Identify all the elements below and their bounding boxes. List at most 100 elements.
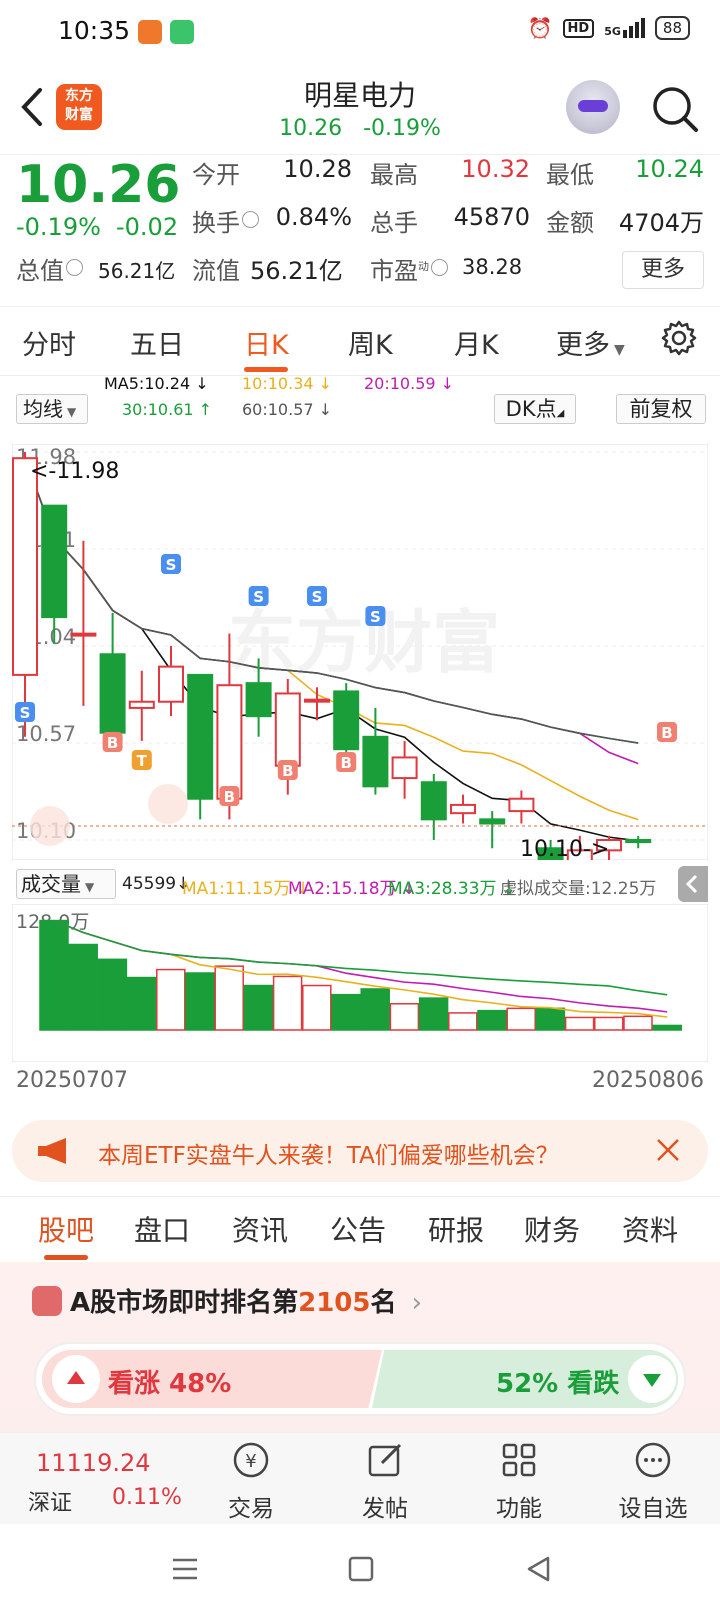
high-value: 10.32 xyxy=(461,155,530,183)
tab-more[interactable]: 更多 ▼ xyxy=(556,323,625,362)
promo-banner[interactable]: 本周ETF实盘牛人来袭！TA们偏爱哪些机会？ xyxy=(12,1120,708,1182)
volume-value: 45870 xyxy=(453,203,530,231)
edit-icon xyxy=(368,1443,402,1477)
trade-button[interactable]: ¥ 交易 xyxy=(206,1439,296,1523)
tab-announcements[interactable]: 公告 xyxy=(330,1209,386,1249)
dk-point-select[interactable]: DK点◢ xyxy=(494,394,576,424)
volume-current: 45599↓ xyxy=(122,874,191,894)
home-icon[interactable] xyxy=(346,1554,376,1584)
header-price: 10.26 xyxy=(279,116,343,141)
high-marker: <-11.98 xyxy=(30,459,119,484)
app-notification-icon xyxy=(138,20,162,44)
tab-daily-k[interactable]: 日K xyxy=(244,323,289,362)
banner-text: 本周ETF实盘牛人来袭！TA们偏爱哪些机会？ xyxy=(98,1143,559,1169)
post-button[interactable]: 发帖 xyxy=(340,1439,430,1523)
adjust-select[interactable]: 前复权 xyxy=(616,394,706,424)
sentiment-panel: A股市场即时排名第2105名 › 看涨 48% 52% 看跌 xyxy=(0,1262,720,1432)
search-icon[interactable] xyxy=(650,84,700,134)
volume-bar xyxy=(506,1007,536,1031)
tab-five-day[interactable]: 五日 xyxy=(130,323,184,362)
index-change: 0.11% xyxy=(112,1485,182,1510)
ranking-icon xyxy=(32,1286,62,1316)
chevron-right-icon: › xyxy=(411,1288,422,1318)
sell-signal-text: S xyxy=(253,588,264,606)
tab-intraday[interactable]: 分时 xyxy=(22,323,76,362)
candle-body xyxy=(479,818,506,825)
volume-bar xyxy=(302,984,332,1031)
tab-guba[interactable]: 股吧 xyxy=(38,1209,94,1249)
status-time: 10:35 xyxy=(58,16,131,45)
index-value: 11119.24 xyxy=(36,1449,151,1477)
menu-icon[interactable] xyxy=(170,1554,200,1584)
vote-down-button[interactable] xyxy=(628,1355,676,1403)
float-label: 流值 xyxy=(192,257,240,285)
tab-news[interactable]: 资讯 xyxy=(232,1209,288,1249)
candle-body xyxy=(625,839,652,844)
section-tab-underline xyxy=(44,1255,88,1260)
buy-signal-text: B xyxy=(224,788,235,806)
network-type-label: 5G xyxy=(604,25,621,38)
tab-monthly-k[interactable]: 月K xyxy=(454,323,499,362)
tab-finance[interactable]: 财务 xyxy=(524,1209,580,1249)
low-label: 最低 xyxy=(546,161,594,189)
change-pct: -0.19% xyxy=(16,213,101,241)
arrow-up-icon xyxy=(67,1371,85,1384)
close-icon[interactable] xyxy=(652,1134,684,1166)
grid-icon xyxy=(502,1443,536,1477)
mktcap-value: 56.21亿 xyxy=(98,259,176,283)
hd-icon: HD xyxy=(562,18,595,38)
candle-body xyxy=(274,692,301,767)
tab-profile[interactable]: 资料 xyxy=(622,1209,678,1249)
add-watchlist-button[interactable]: 设自选 xyxy=(608,1439,698,1523)
bottom-toolbar: 11119.24 深证 0.11% ¥ 交易 发帖 功能 设自选 xyxy=(0,1432,720,1524)
pe-value: 38.28 xyxy=(462,255,523,279)
amount-label: 金额 xyxy=(546,209,594,237)
message-notification-icon xyxy=(170,20,194,44)
assistant-robot-icon[interactable] xyxy=(566,80,620,134)
collapse-panel-icon[interactable] xyxy=(678,866,708,902)
tab-weekly-k[interactable]: 周K xyxy=(348,323,393,362)
volume-bar xyxy=(418,997,449,1031)
sell-signal-text: S xyxy=(20,704,31,722)
float-value: 56.21亿 xyxy=(250,257,343,285)
candle-body xyxy=(41,504,68,619)
volume-bar xyxy=(272,975,303,1031)
fullscreen-icon[interactable] xyxy=(148,784,188,824)
candle-body xyxy=(420,781,447,821)
candle-body xyxy=(362,735,389,788)
volume-bar xyxy=(594,1016,624,1031)
expand-left-icon[interactable] xyxy=(30,806,70,846)
more-dots-icon xyxy=(635,1442,671,1478)
volume-bar xyxy=(331,993,361,1031)
sell-signal-text: S xyxy=(312,588,323,606)
vote-up-button[interactable] xyxy=(52,1355,100,1403)
status-icons: ⏰ HD 5G 88 xyxy=(528,16,690,40)
candle-body xyxy=(12,457,38,676)
info-icon[interactable] xyxy=(431,259,448,276)
info-icon[interactable] xyxy=(242,211,259,228)
volume-indicator-select[interactable]: 成交量 ▼ xyxy=(16,869,116,899)
more-button[interactable]: 更多 xyxy=(622,251,704,289)
t-signal-text: T xyxy=(137,752,148,770)
volume-bar xyxy=(214,965,244,1031)
sell-signal-text: S xyxy=(370,608,381,626)
vote-bar: 看涨 48% 52% 看跌 xyxy=(34,1342,686,1416)
ma30-label: 30:10.61 ↑ xyxy=(122,400,213,419)
indicator-select[interactable]: 均线 ▼ xyxy=(16,394,88,424)
buy-signal-text: B xyxy=(282,762,293,780)
amount-value: 4704万 xyxy=(618,209,704,237)
date-end: 20250806 xyxy=(592,1068,704,1093)
alarm-icon: ⏰ xyxy=(527,16,553,40)
tab-research[interactable]: 研报 xyxy=(428,1209,484,1249)
functions-button[interactable]: 功能 xyxy=(474,1439,564,1523)
tab-pankou[interactable]: 盘口 xyxy=(134,1209,190,1249)
svg-text:东方财富: 东方财富 xyxy=(228,604,500,683)
market-rank[interactable]: A股市场即时排名第2105名 › xyxy=(70,1282,422,1319)
pe-label: 市盈动 xyxy=(370,251,448,286)
candlestick-chart[interactable]: 东方财富 11.9811.5111.0410.5710.10 SSSSSBBBB… xyxy=(12,444,708,860)
gear-icon[interactable] xyxy=(660,319,698,357)
index-name: 深证 xyxy=(28,1491,73,1516)
back-nav-icon[interactable] xyxy=(524,1554,554,1584)
volume-chart[interactable]: 128.0万 xyxy=(12,904,708,1062)
info-icon[interactable] xyxy=(66,259,83,276)
